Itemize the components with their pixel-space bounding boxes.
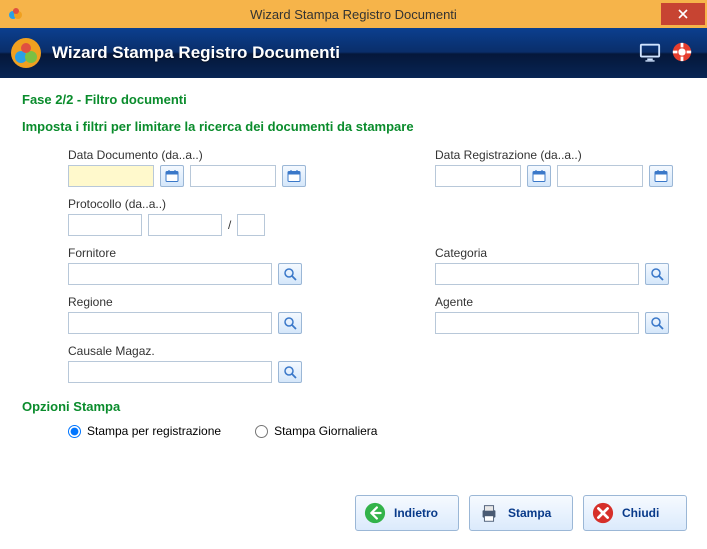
search-icon[interactable]: [278, 312, 302, 334]
titlebar: Wizard Stampa Registro Documenti: [0, 0, 707, 28]
regione-input[interactable]: [68, 312, 272, 334]
back-button[interactable]: Indietro: [355, 495, 459, 531]
radio-per-registrazione[interactable]: Stampa per registrazione: [68, 424, 221, 438]
header-band: Wizard Stampa Registro Documenti: [0, 28, 707, 78]
categoria-input[interactable]: [435, 263, 639, 285]
radio-per-registrazione-input[interactable]: [68, 425, 81, 438]
search-icon[interactable]: [645, 312, 669, 334]
footer: Indietro Stampa Chiudi: [355, 495, 687, 531]
causale-input[interactable]: [68, 361, 272, 383]
window-title: Wizard Stampa Registro Documenti: [0, 7, 707, 22]
protocollo-to-input[interactable]: [148, 214, 222, 236]
data-documento-from-input[interactable]: [68, 165, 154, 187]
close-icon: [592, 502, 614, 524]
protocollo-suffix-input[interactable]: [237, 214, 265, 236]
search-icon[interactable]: [278, 361, 302, 383]
data-registrazione-to-input[interactable]: [557, 165, 643, 187]
data-registrazione-from-input[interactable]: [435, 165, 521, 187]
radio-giornaliera[interactable]: Stampa Giornaliera: [255, 424, 377, 438]
wizard-body: Fase 2/2 - Filtro documenti Imposta i fi…: [0, 78, 707, 438]
categoria-label: Categoria: [435, 246, 685, 260]
header-title: Wizard Stampa Registro Documenti: [52, 43, 340, 63]
data-documento-label: Data Documento (da..a..): [68, 148, 306, 162]
print-button[interactable]: Stampa: [469, 495, 573, 531]
arrow-left-icon: [364, 502, 386, 524]
monitor-icon[interactable]: [639, 41, 661, 66]
fornitore-input[interactable]: [68, 263, 272, 285]
print-button-label: Stampa: [508, 506, 551, 520]
options-title: Opzioni Stampa: [22, 399, 685, 414]
printer-icon: [478, 502, 500, 524]
step-title: Fase 2/2 - Filtro documenti: [22, 92, 685, 107]
radio-giornaliera-input[interactable]: [255, 425, 268, 438]
calendar-icon[interactable]: [649, 165, 673, 187]
app-icon: [8, 6, 24, 22]
agente-label: Agente: [435, 295, 685, 309]
radio-giornaliera-label: Stampa Giornaliera: [274, 424, 377, 438]
causale-label: Causale Magaz.: [68, 344, 685, 358]
calendar-icon[interactable]: [160, 165, 184, 187]
data-registrazione-label: Data Registrazione (da..a..): [435, 148, 685, 162]
regione-label: Regione: [68, 295, 318, 309]
search-icon[interactable]: [645, 263, 669, 285]
radio-per-registrazione-label: Stampa per registrazione: [87, 424, 221, 438]
window-close-button[interactable]: [661, 3, 705, 25]
help-icon[interactable]: [671, 41, 693, 66]
protocollo-separator: /: [228, 218, 231, 232]
agente-input[interactable]: [435, 312, 639, 334]
back-button-label: Indietro: [394, 506, 438, 520]
filters-title: Imposta i filtri per limitare la ricerca…: [22, 119, 685, 134]
wizard-icon: [10, 37, 42, 69]
calendar-icon[interactable]: [527, 165, 551, 187]
close-button-label: Chiudi: [622, 506, 659, 520]
search-icon[interactable]: [278, 263, 302, 285]
close-button[interactable]: Chiudi: [583, 495, 687, 531]
protocollo-label: Protocollo (da..a..): [68, 197, 685, 211]
data-documento-to-input[interactable]: [190, 165, 276, 187]
calendar-icon[interactable]: [282, 165, 306, 187]
fornitore-label: Fornitore: [68, 246, 318, 260]
protocollo-from-input[interactable]: [68, 214, 142, 236]
